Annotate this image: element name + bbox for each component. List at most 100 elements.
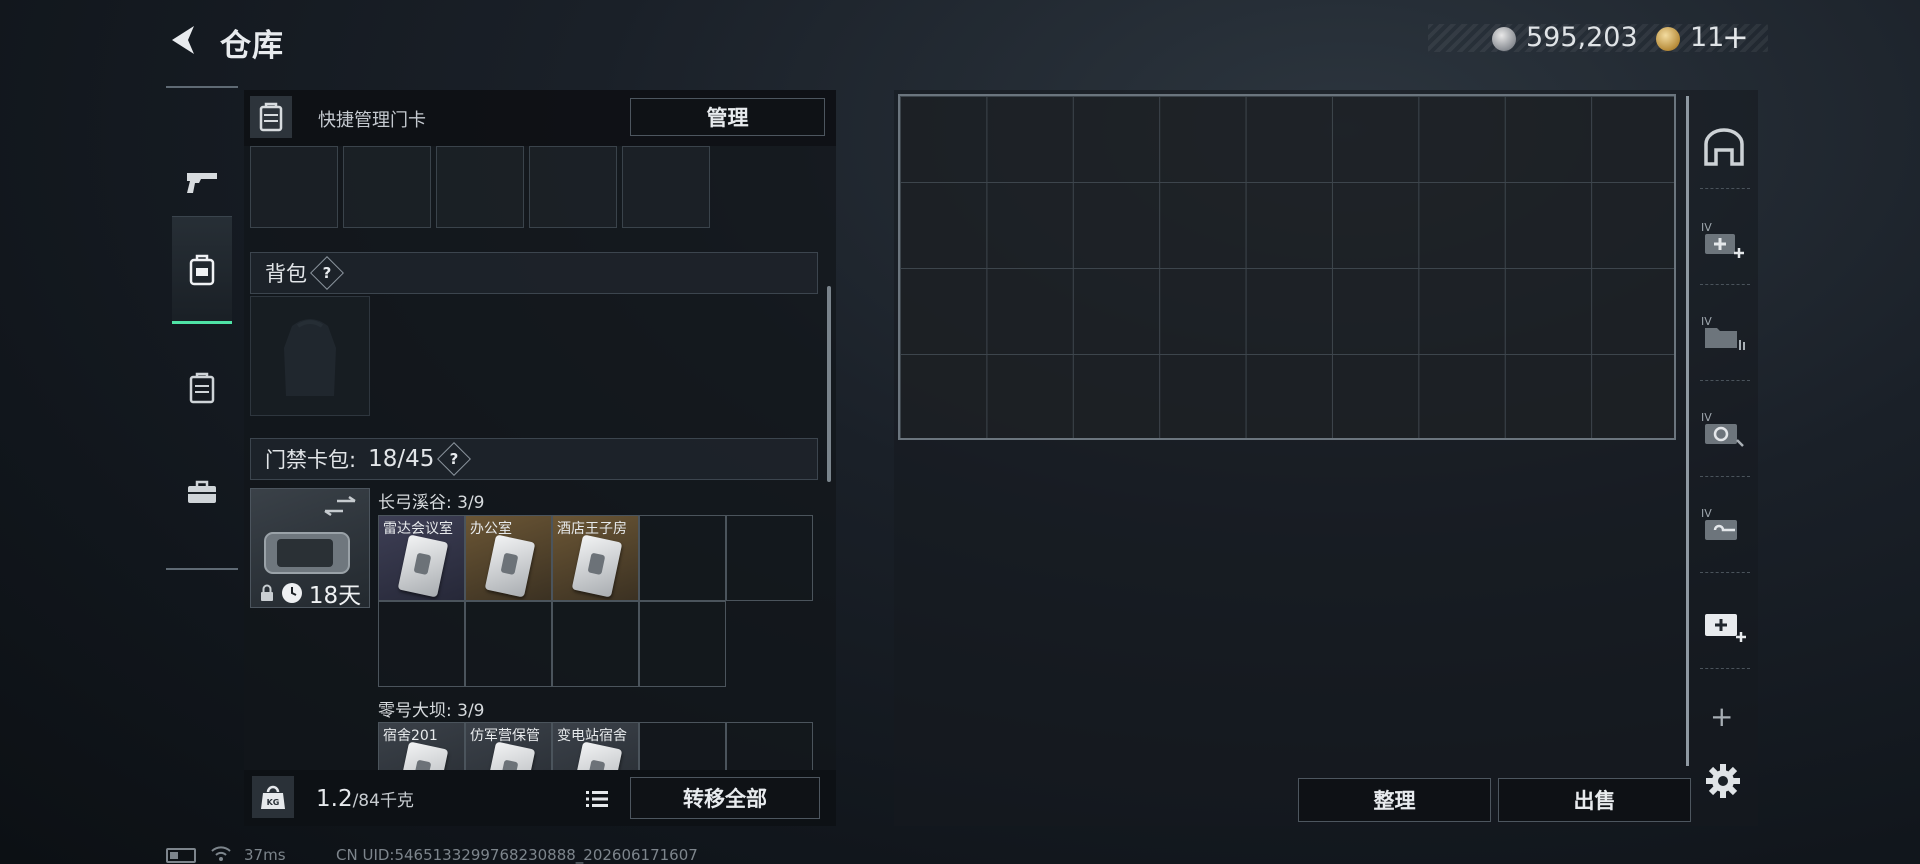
battery-icon — [166, 848, 196, 863]
storage-tab-warehouse[interactable] — [1696, 118, 1752, 174]
keycase-section-header: 门禁卡包: 18/45 ? — [250, 438, 818, 480]
empty-key-slot[interactable] — [639, 601, 726, 687]
add-storage-tab-button[interactable]: + — [1710, 700, 1733, 733]
inventory-scrollbar[interactable] — [827, 286, 831, 482]
category-nav — [166, 86, 238, 570]
keycase-icon — [189, 372, 215, 404]
weight-value: 1.2 — [316, 786, 353, 812]
empty-key-slot[interactable] — [465, 601, 552, 687]
map-key-count: 零号大坝: 3/9 — [378, 701, 485, 721]
swap-icon — [324, 495, 356, 517]
keycard-item[interactable]: 宿舍201 — [378, 722, 465, 770]
gold-currency-amount: 11 — [1690, 22, 1725, 53]
wifi-icon — [210, 844, 232, 862]
backpack-slot[interactable] — [250, 296, 370, 416]
keycase-label: 门禁卡包: — [265, 448, 357, 472]
empty-key-slot[interactable] — [726, 722, 813, 770]
keycard-item[interactable]: 办公室 — [465, 515, 552, 601]
tab-separator — [1700, 380, 1750, 381]
keycard-name: 变电站宿舍 — [557, 728, 627, 744]
tab-separator — [1700, 476, 1750, 477]
empty-key-slot[interactable] — [639, 722, 726, 770]
map-key-count: 长弓溪谷: 3/9 — [378, 493, 485, 513]
quick-slot[interactable] — [343, 146, 431, 228]
weight-capacity: /84千克 — [352, 791, 414, 811]
back-arrow-icon — [172, 26, 194, 54]
uid-readout: CN UID:5465133299768230888_202606171607 — [336, 846, 698, 864]
backpack-section-header: 背包 ? — [250, 252, 818, 294]
keycard-icon — [571, 534, 623, 598]
svg-text:KG: KG — [267, 798, 280, 807]
empty-key-slot[interactable] — [726, 515, 813, 601]
list-view-button[interactable] — [582, 784, 612, 814]
backpack-icon — [189, 254, 215, 286]
nav-item-case[interactable] — [172, 334, 232, 442]
gold-coin-icon — [1656, 27, 1680, 51]
add-currency-button[interactable]: + — [1722, 18, 1749, 56]
quick-slot[interactable] — [529, 146, 617, 228]
tab-separator — [1700, 188, 1750, 189]
empty-key-slot[interactable] — [552, 601, 639, 687]
storage-tab-medical[interactable]: IV — [1696, 212, 1752, 268]
lock-icon — [260, 584, 273, 601]
storage-tabs-divider — [1686, 96, 1689, 766]
keycard-icon — [484, 534, 536, 598]
quick-slot[interactable] — [436, 146, 524, 228]
keycard-name: 仿军营保管 — [470, 728, 540, 744]
backpack-silhouette-icon — [284, 319, 336, 396]
keycase-count: 18/45 — [368, 446, 435, 472]
help-icon[interactable]: ? — [310, 256, 344, 290]
tab-separator — [1700, 668, 1750, 669]
svg-text:IV: IV — [1701, 221, 1712, 234]
keycard-name: 酒店王子房 — [557, 521, 627, 537]
settings-button[interactable] — [1704, 762, 1742, 800]
storage-tab-files[interactable]: IV — [1696, 306, 1752, 362]
warehouse-arch-icon — [1704, 128, 1744, 166]
keycard-item[interactable]: 变电站宿舍 — [552, 722, 639, 770]
ping-readout: 37ms — [244, 846, 286, 864]
manage-button[interactable]: 管理 — [630, 98, 825, 136]
keycase-timer: 18天 — [250, 578, 370, 609]
folder-archive-icon: IV — [1701, 315, 1745, 350]
toolbox-icon — [188, 480, 216, 503]
sell-button[interactable]: 出售 — [1498, 778, 1691, 822]
nav-item-tools[interactable] — [172, 438, 232, 546]
keycard-item[interactable]: 仿军营保管 — [465, 722, 552, 770]
page-title: 仓库 — [220, 28, 284, 64]
storage-grid[interactable] — [898, 94, 1676, 440]
tab-separator — [1700, 284, 1750, 285]
list-icon — [586, 791, 608, 807]
transfer-all-button[interactable]: 转移全部 — [630, 777, 820, 819]
quick-slot[interactable] — [622, 146, 710, 228]
empty-key-slot[interactable] — [639, 515, 726, 601]
sort-button[interactable]: 整理 — [1298, 778, 1491, 822]
clock-icon — [281, 583, 302, 603]
back-button[interactable] — [164, 20, 204, 60]
pistol-icon — [187, 173, 217, 193]
quick-manage-label: 快捷管理门卡 — [318, 110, 426, 131]
svg-text:IV: IV — [1701, 507, 1712, 520]
storage-tab-keys[interactable]: IV — [1696, 498, 1752, 554]
weight-readout: 1.2/84千克 — [316, 786, 414, 812]
storage-tab-new-case[interactable] — [1696, 596, 1752, 652]
keycard-item[interactable]: 雷达会议室 — [378, 515, 465, 601]
keycard-icon — [484, 741, 536, 770]
nav-item-equipment[interactable] — [172, 216, 232, 324]
keycard-name: 办公室 — [470, 521, 512, 537]
empty-key-slot[interactable] — [378, 601, 465, 687]
storage-tab-ammo[interactable]: IV — [1696, 402, 1752, 458]
svg-text:IV: IV — [1701, 315, 1712, 328]
quick-slot[interactable] — [250, 146, 338, 228]
keycard-icon — [397, 741, 449, 770]
keycard-item[interactable]: 酒店王子房 — [552, 515, 639, 601]
weight-icon: KG — [252, 776, 294, 818]
keycard-icon — [397, 534, 449, 598]
help-icon[interactable]: ? — [437, 442, 472, 476]
keycard-name: 雷达会议室 — [383, 521, 453, 537]
backpack-label: 背包 — [265, 262, 307, 286]
map-key-grid: 宿舍201 仿军营保管 变电站宿舍 — [378, 722, 814, 770]
keycard-icon — [571, 741, 623, 770]
keycase-days-remaining: 18天 — [308, 583, 362, 609]
new-case-add-icon — [1705, 614, 1746, 642]
medical-case-add-icon: IV — [1701, 221, 1744, 258]
